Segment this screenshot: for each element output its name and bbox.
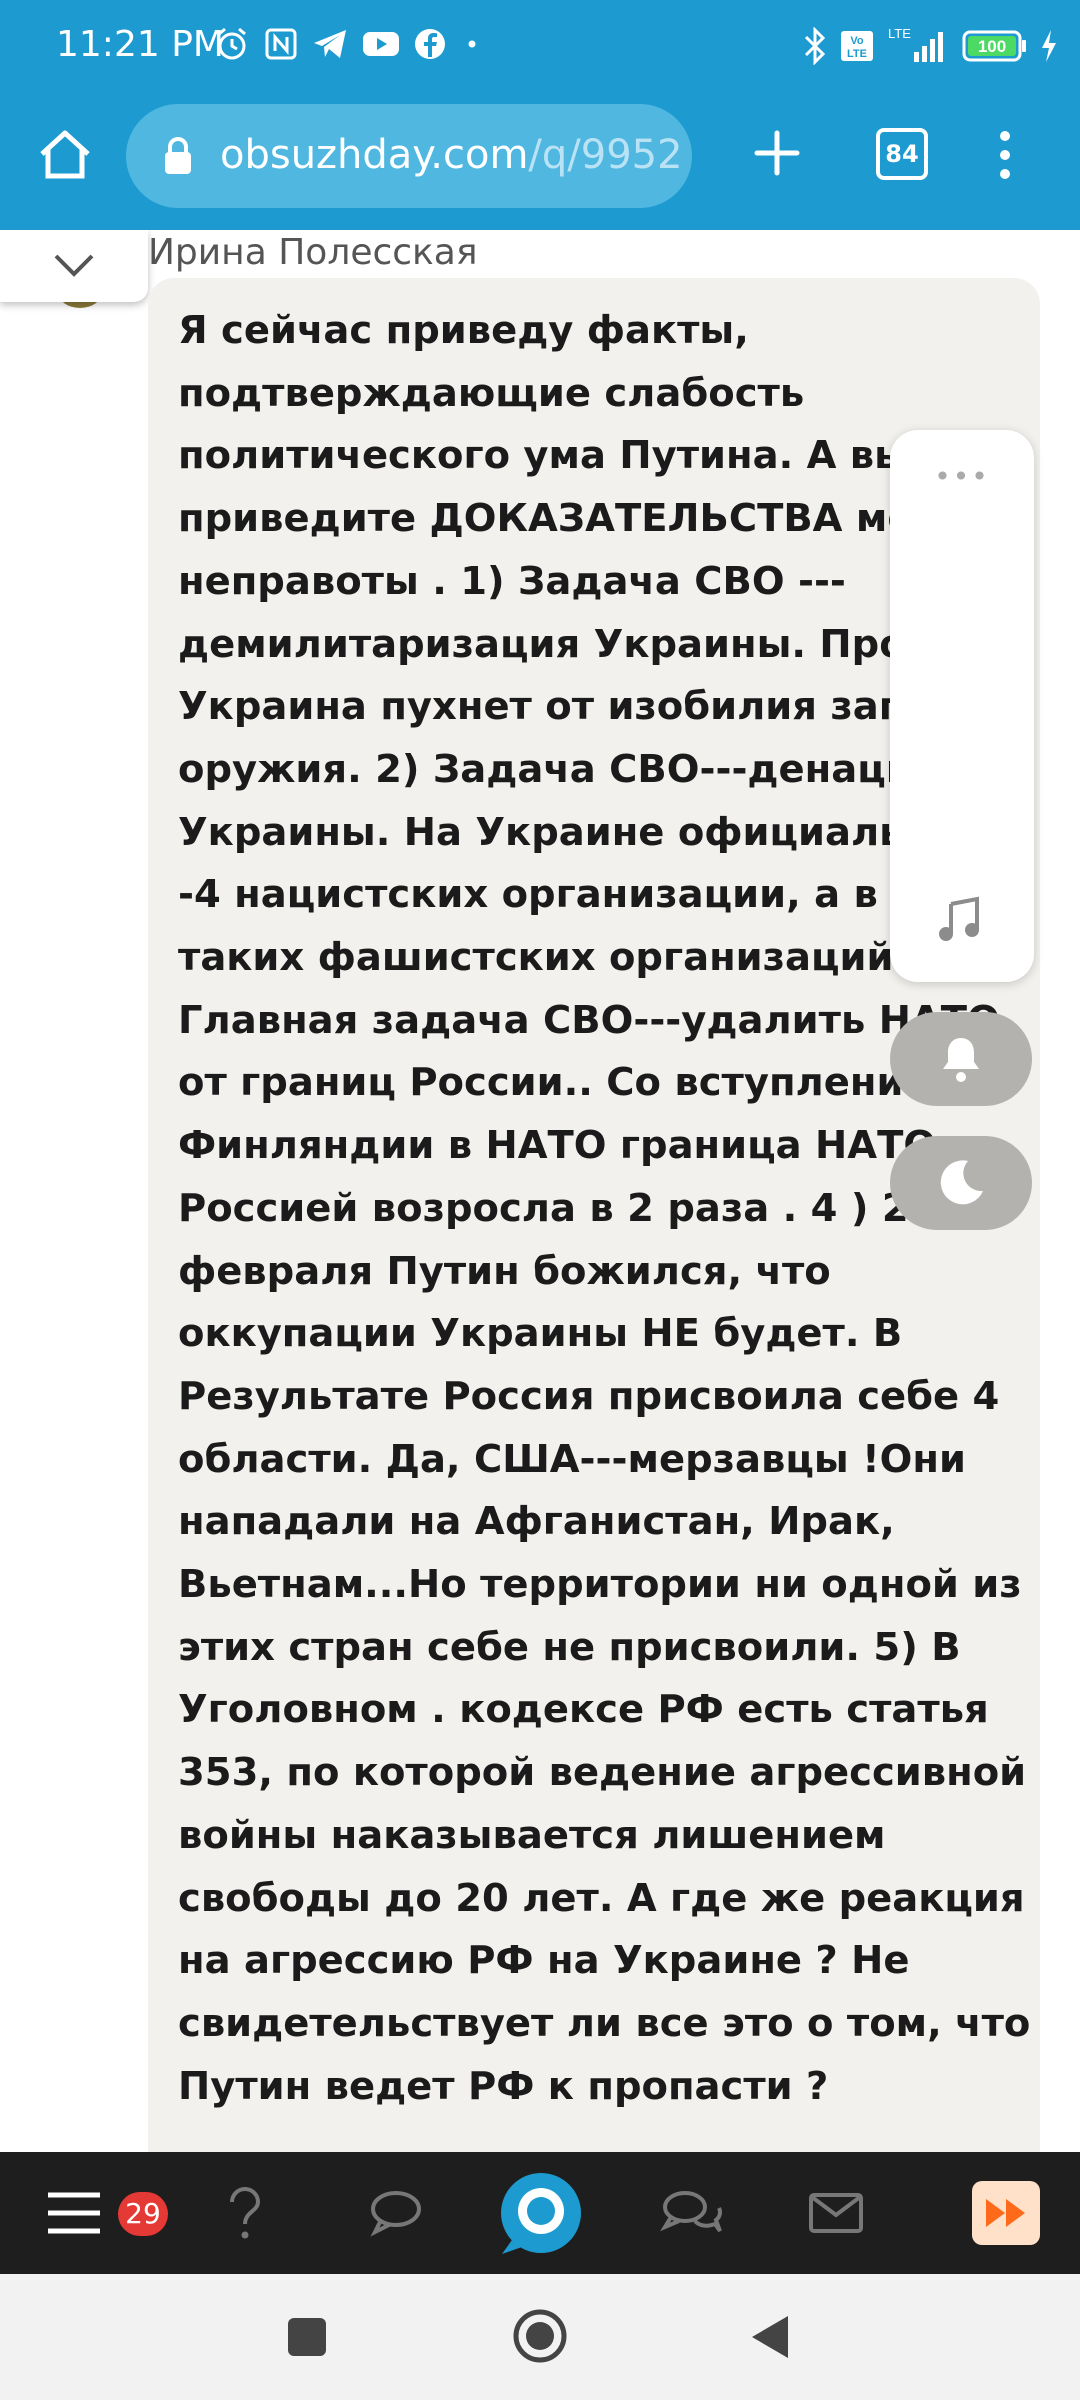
dot-icon (468, 40, 476, 48)
site-logo-icon (501, 2173, 581, 2254)
collapse-button[interactable] (0, 230, 148, 302)
alarm-icon (218, 27, 246, 60)
overflow-menu-icon[interactable] (990, 128, 1020, 182)
url-path: /q/9952 (528, 132, 680, 178)
youtube-icon (363, 32, 399, 56)
svg-text:Vo: Vo (850, 35, 864, 47)
hamburger-menu-icon (48, 2192, 100, 2234)
fast-forward-tile (972, 2181, 1040, 2245)
system-navigation-bar (0, 2274, 1080, 2400)
fast-forward-icon (986, 2199, 1025, 2227)
lte-signal-icon: LTE (888, 26, 943, 62)
facebook-icon (415, 29, 445, 59)
status-notification-icons (214, 26, 484, 62)
dark-mode-button[interactable] (890, 1136, 1032, 1230)
side-panel-more-button[interactable]: ••• (890, 460, 1034, 493)
notification-bell-button[interactable] (890, 1012, 1032, 1106)
battery-icon: 100 (962, 30, 1026, 62)
moon-icon (940, 1160, 983, 1205)
question-icon (230, 2187, 261, 2239)
bottom-navigation: 29 (0, 2152, 1080, 2274)
svg-text:LTE: LTE (847, 48, 867, 60)
nav-discussions-button[interactable] (654, 2152, 728, 2274)
url-text: obsuzhday.com/q/9952 (220, 132, 680, 178)
floating-side-panel: ••• (890, 430, 1034, 982)
address-bar[interactable]: obsuzhday.com/q/9952 (126, 104, 692, 208)
music-note-icon[interactable] (936, 896, 986, 946)
nav-fast-forward-button[interactable] (972, 2152, 1040, 2274)
tab-switcher-button[interactable]: 84 (876, 128, 928, 180)
svg-text:LTE: LTE (888, 26, 911, 41)
browser-toolbar: obsuzhday.com/q/9952 84 (0, 96, 1080, 230)
notification-badge: 29 (118, 2192, 168, 2236)
chat-bubbles-icon (660, 2191, 722, 2233)
speech-bubble-icon (370, 2191, 421, 2237)
bluetooth-icon (804, 27, 826, 65)
comment-author[interactable]: Ирина Полесская (148, 232, 478, 273)
tab-count: 84 (885, 140, 919, 168)
envelope-icon (809, 2193, 863, 2233)
nav-questions-button[interactable] (212, 2152, 278, 2274)
lock-icon (165, 137, 191, 174)
bell-icon (943, 1038, 979, 1082)
home-icon[interactable] (34, 124, 96, 186)
recent-apps-icon[interactable] (284, 2314, 330, 2360)
back-icon[interactable] (748, 2312, 792, 2362)
nav-home-button[interactable] (496, 2152, 586, 2274)
volte-icon: VoLTE (841, 31, 873, 61)
telegram-icon (314, 30, 346, 58)
nav-menu-button[interactable] (30, 2152, 118, 2274)
nav-messages-button[interactable] (804, 2152, 868, 2274)
chevron-down-icon (54, 254, 94, 277)
charging-icon (1042, 30, 1056, 62)
home-circle-icon[interactable] (512, 2308, 568, 2364)
nfc-icon (265, 28, 297, 60)
new-tab-icon[interactable] (752, 128, 802, 178)
status-bar: 11:21 PM Vo LTE LTE 100 (0, 0, 1080, 96)
nav-comments-button[interactable] (360, 2152, 430, 2274)
status-time: 11:21 PM (56, 24, 224, 65)
svg-text:100: 100 (978, 37, 1006, 56)
url-domain: obsuzhday.com (220, 132, 529, 178)
status-system-icons: Vo LTE LTE 100 (802, 26, 1058, 66)
